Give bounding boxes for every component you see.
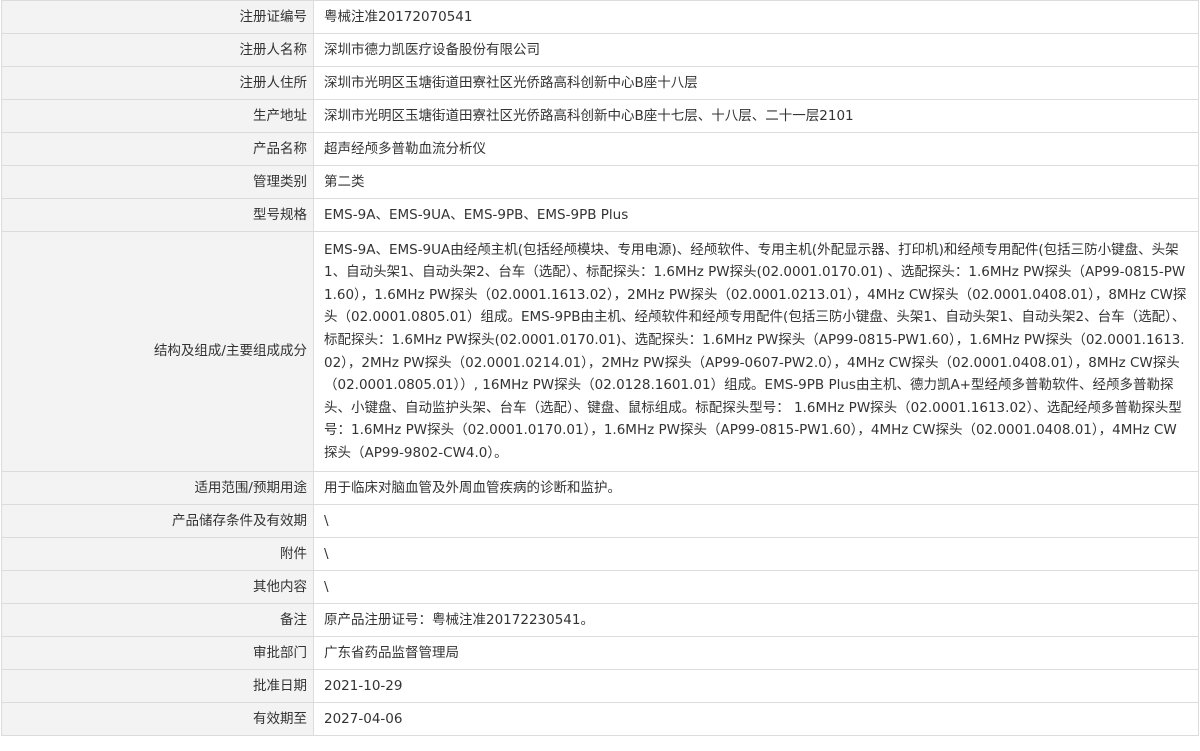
row-management-category: 管理类别 第二类 xyxy=(1,165,1199,199)
row-model-spec: 型号规格 EMS-9A、EMS-9UA、EMS-9PB、EMS-9PB Plus xyxy=(1,198,1199,232)
field-label: 适用范围/预期用途 xyxy=(1,471,314,505)
row-intended-use: 适用范围/预期用途 用于临床对脑血管及外周血管疾病的诊断和监护。 xyxy=(1,471,1199,505)
row-approval-department: 审批部门 广东省药品监督管理局 xyxy=(1,636,1199,670)
field-value: 原产品注册证号：粤械注准20172230541。 xyxy=(313,603,1199,637)
field-value: \ xyxy=(313,570,1199,604)
field-value: \ xyxy=(313,537,1199,571)
field-label: 注册人住所 xyxy=(1,66,314,100)
field-label: 结构及组成/主要组成成分 xyxy=(1,231,314,472)
field-value: EMS-9A、EMS-9UA由经颅主机(包括经颅模块、专用电源)、经颅软件、专用… xyxy=(313,231,1199,472)
field-value: 2021-10-29 xyxy=(313,669,1199,703)
field-label: 型号规格 xyxy=(1,198,314,232)
field-value: 第二类 xyxy=(313,165,1199,199)
field-label: 有效期至 xyxy=(1,702,314,736)
row-attachments: 附件 \ xyxy=(1,537,1199,571)
row-structure-composition: 结构及组成/主要组成成分 EMS-9A、EMS-9UA由经颅主机(包括经颅模块、… xyxy=(1,231,1199,472)
field-value: 深圳市光明区玉塘街道田寮社区光侨路高科创新中心B座十八层 xyxy=(313,66,1199,100)
registration-table: 注册证编号 粤械注准20172070541 注册人名称 深圳市德力凯医疗设备股份… xyxy=(1,0,1199,736)
field-label: 注册人名称 xyxy=(1,33,314,67)
row-approval-date: 批准日期 2021-10-29 xyxy=(1,669,1199,703)
row-storage-validity: 产品储存条件及有效期 \ xyxy=(1,504,1199,538)
field-label: 批准日期 xyxy=(1,669,314,703)
field-value: 深圳市德力凯医疗设备股份有限公司 xyxy=(313,33,1199,67)
field-label: 审批部门 xyxy=(1,636,314,670)
row-product-name: 产品名称 超声经颅多普勒血流分析仪 xyxy=(1,132,1199,166)
field-value: EMS-9A、EMS-9UA、EMS-9PB、EMS-9PB Plus xyxy=(313,198,1199,232)
row-production-address: 生产地址 深圳市光明区玉塘街道田寮社区光侨路高科创新中心B座十七层、十八层、二十… xyxy=(1,99,1199,133)
field-value: 深圳市光明区玉塘街道田寮社区光侨路高科创新中心B座十七层、十八层、二十一层210… xyxy=(313,99,1199,133)
row-valid-until: 有效期至 2027-04-06 xyxy=(1,702,1199,736)
row-registrant-name: 注册人名称 深圳市德力凯医疗设备股份有限公司 xyxy=(1,33,1199,67)
field-value: 广东省药品监督管理局 xyxy=(313,636,1199,670)
row-other-content: 其他内容 \ xyxy=(1,570,1199,604)
row-remarks: 备注 原产品注册证号：粤械注准20172230541。 xyxy=(1,603,1199,637)
field-label: 生产地址 xyxy=(1,99,314,133)
field-label: 其他内容 xyxy=(1,570,314,604)
field-value: 2027-04-06 xyxy=(313,702,1199,736)
field-label: 产品名称 xyxy=(1,132,314,166)
field-value: 粤械注准20172070541 xyxy=(313,0,1199,34)
field-label: 注册证编号 xyxy=(1,0,314,34)
field-label: 产品储存条件及有效期 xyxy=(1,504,314,538)
field-label: 附件 xyxy=(1,537,314,571)
row-registrant-address: 注册人住所 深圳市光明区玉塘街道田寮社区光侨路高科创新中心B座十八层 xyxy=(1,66,1199,100)
field-value: \ xyxy=(313,504,1199,538)
field-value: 超声经颅多普勒血流分析仪 xyxy=(313,132,1199,166)
field-label: 管理类别 xyxy=(1,165,314,199)
row-registration-number: 注册证编号 粤械注准20172070541 xyxy=(1,0,1199,34)
field-label: 备注 xyxy=(1,603,314,637)
field-value: 用于临床对脑血管及外周血管疾病的诊断和监护。 xyxy=(313,471,1199,505)
